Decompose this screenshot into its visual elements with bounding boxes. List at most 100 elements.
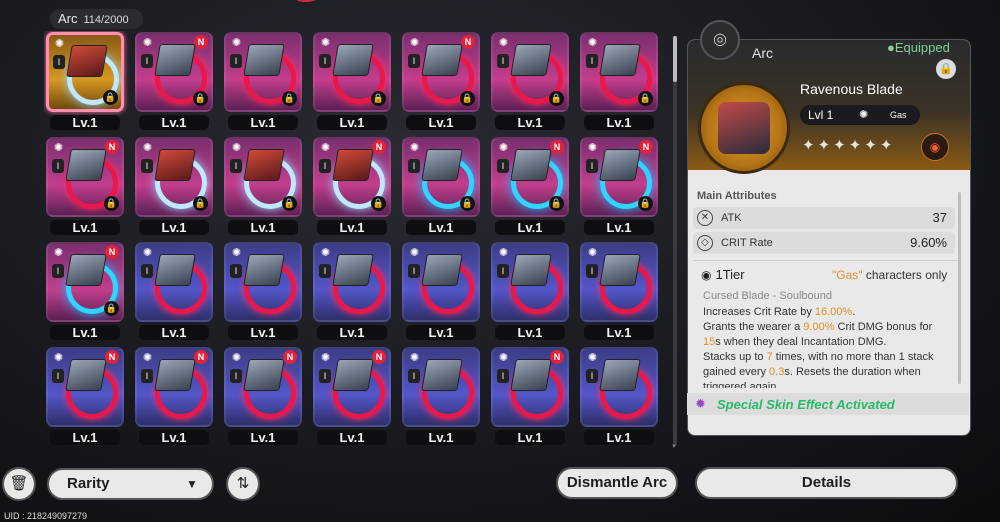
skin-effect-icon[interactable]: ◉ xyxy=(921,133,949,161)
arc-box-art xyxy=(599,359,641,391)
tier-badge: I xyxy=(230,264,242,278)
new-badge: N xyxy=(194,350,208,364)
element-type-icon: ✺ xyxy=(54,38,65,50)
character-restriction: "Gas" characters only xyxy=(832,268,948,282)
arc-box-art xyxy=(599,254,641,286)
arc-item-card[interactable]: ✺ I N Lv.1 xyxy=(311,346,393,446)
arc-item-card[interactable]: ✺ I N 🔒 Lv.1 xyxy=(400,31,482,131)
main-attributes-label: Main Attributes xyxy=(697,190,777,202)
arc-card-frame: ✺ I 🔒 xyxy=(402,137,480,217)
arc-card-frame: ✺ I xyxy=(402,347,480,427)
arc-item-card[interactable]: ✺ I N 🔒 Lv.1 xyxy=(44,241,126,341)
arc-item-card[interactable]: ✺ I Lv.1 xyxy=(578,346,660,446)
new-badge: N xyxy=(194,35,208,49)
equipped-status: ●Equipped xyxy=(887,40,950,55)
arc-item-card[interactable]: ✺ I N 🔒 Lv.1 xyxy=(311,136,393,236)
arc-box-art xyxy=(65,149,107,181)
lock-icon: 🔒 xyxy=(638,196,653,211)
arc-item-card[interactable]: ✺ I Lv.1 xyxy=(400,346,482,446)
scroll-down-arrow-icon[interactable]: ▼ xyxy=(671,444,677,450)
level-label: Lv.1 xyxy=(317,220,387,235)
new-badge: N xyxy=(372,140,386,154)
arc-box-art xyxy=(154,44,196,76)
arc-item-card[interactable]: ✺ I N Lv.1 xyxy=(222,346,304,446)
element-type-icon: ✺ xyxy=(231,142,242,154)
arc-item-card[interactable]: ✺ I N 🔒 Lv.1 xyxy=(133,31,215,131)
arc-card-frame: ✺ I xyxy=(580,242,658,322)
arc-box-art xyxy=(510,254,552,286)
arc-item-card[interactable]: ✺ I Lv.1 xyxy=(222,241,304,341)
level-label: Lv.1 xyxy=(495,220,565,235)
arc-item-card[interactable]: ✺ I 🔒 Lv.1 xyxy=(489,31,571,131)
arc-card-frame: ✺ I xyxy=(580,347,658,427)
stat-name: CRIT Rate xyxy=(721,237,773,249)
tier-badge: I xyxy=(586,369,598,383)
arc-item-card[interactable]: ✺ I Lv.1 xyxy=(311,241,393,341)
dismantle-arc-button[interactable]: Dismantle Arc xyxy=(556,467,678,499)
arc-box-art xyxy=(154,149,196,181)
level-label: Lv.1 xyxy=(317,325,387,340)
user-id: UID : 218249097279 xyxy=(4,511,88,521)
stat-name: ATK xyxy=(721,212,742,224)
arc-item-card[interactable]: ✺ I 🔒 Lv.1 xyxy=(133,136,215,236)
arc-item-card[interactable]: ✺ I 🔒 Lv.1 xyxy=(44,31,126,131)
stat-value: 37 xyxy=(932,210,947,225)
arc-item-card[interactable]: ✺ I Lv.1 xyxy=(133,241,215,341)
special-skin-row: ✹ Special Skin Effect Activated xyxy=(687,393,969,415)
arc-item-card[interactable]: ✺ I 🔒 Lv.1 xyxy=(222,31,304,131)
tier-badge: I xyxy=(53,55,65,69)
tier-badge: I xyxy=(586,54,598,68)
level-label: Lv.1 xyxy=(584,115,654,130)
arc-card-frame: ✺ I 🔒 xyxy=(580,32,658,112)
arc-item-card[interactable]: ✺ I 🔒 Lv.1 xyxy=(222,136,304,236)
rarity-label: Rarity xyxy=(67,475,110,492)
trash-icon: 🗑 xyxy=(9,475,29,492)
element-type-icon: ✺ xyxy=(587,37,598,49)
arc-item-card[interactable]: ✺ I 🔒 Lv.1 xyxy=(311,31,393,131)
arc-category-icon: ◎ xyxy=(700,20,740,60)
lock-icon: 🔒 xyxy=(460,91,475,106)
grid-scrollbar[interactable] xyxy=(673,36,677,446)
arc-item-card[interactable]: ✺ I N 🔒 Lv.1 xyxy=(578,136,660,236)
detail-category: Arc xyxy=(752,45,773,61)
lock-toggle-icon[interactable]: 🔒 xyxy=(936,59,956,79)
level-label: Lv.1 xyxy=(139,220,209,235)
arc-item-card[interactable]: ✺ I Lv.1 xyxy=(400,241,482,341)
element-type-icon: ✺ xyxy=(53,352,64,364)
arc-item-card[interactable]: ✺ I N Lv.1 xyxy=(489,346,571,446)
arc-item-card[interactable]: ✺ I N Lv.1 xyxy=(133,346,215,446)
arc-item-card[interactable]: ✺ I Lv.1 xyxy=(489,241,571,341)
trash-button[interactable]: 🗑 xyxy=(2,467,36,501)
arc-box-art xyxy=(599,44,641,76)
arc-item-card[interactable]: ✺ I 🔒 Lv.1 xyxy=(400,136,482,236)
details-button[interactable]: Details xyxy=(695,467,958,499)
arc-card-frame: ✺ I N 🔒 xyxy=(313,137,391,217)
tier-badge: I xyxy=(319,369,331,383)
grid-scroll-thumb[interactable] xyxy=(673,36,677,82)
lock-icon: 🔒 xyxy=(193,196,208,211)
effect-description[interactable]: ◉ 1Tier "Gas" characters only Cursed Blad… xyxy=(693,260,958,388)
arc-box-art xyxy=(154,359,196,391)
arc-item-card[interactable]: ✺ I Lv.1 xyxy=(578,241,660,341)
gas-element-icon: ✺ xyxy=(859,109,869,121)
arc-item-card[interactable]: ✺ I N 🔒 Lv.1 xyxy=(489,136,571,236)
tier-badge: I xyxy=(497,159,509,173)
arc-item-card[interactable]: ✺ I N 🔒 Lv.1 xyxy=(44,136,126,236)
tier-label: ◉ 1Tier xyxy=(701,267,745,282)
detail-scrollbar[interactable] xyxy=(958,192,961,384)
arc-box-art xyxy=(421,359,463,391)
sort-order-button[interactable]: ⇅ xyxy=(226,467,260,501)
element-type-icon: ✺ xyxy=(320,142,331,154)
lock-icon: 🔒 xyxy=(549,196,564,211)
new-badge: N xyxy=(105,245,119,259)
arc-item-card[interactable]: ✺ I 🔒 Lv.1 xyxy=(578,31,660,131)
arc-box-art xyxy=(65,359,107,391)
arc-card-frame: ✺ I 🔒 xyxy=(313,32,391,112)
level-label: Lv.1 xyxy=(50,220,120,235)
arc-item-card[interactable]: ✺ I N Lv.1 xyxy=(44,346,126,446)
level-label: Lv.1 xyxy=(50,325,120,340)
new-badge: N xyxy=(372,350,386,364)
arc-card-frame: ✺ I N xyxy=(135,347,213,427)
tier-badge: I xyxy=(408,54,420,68)
lock-icon: 🔒 xyxy=(638,91,653,106)
